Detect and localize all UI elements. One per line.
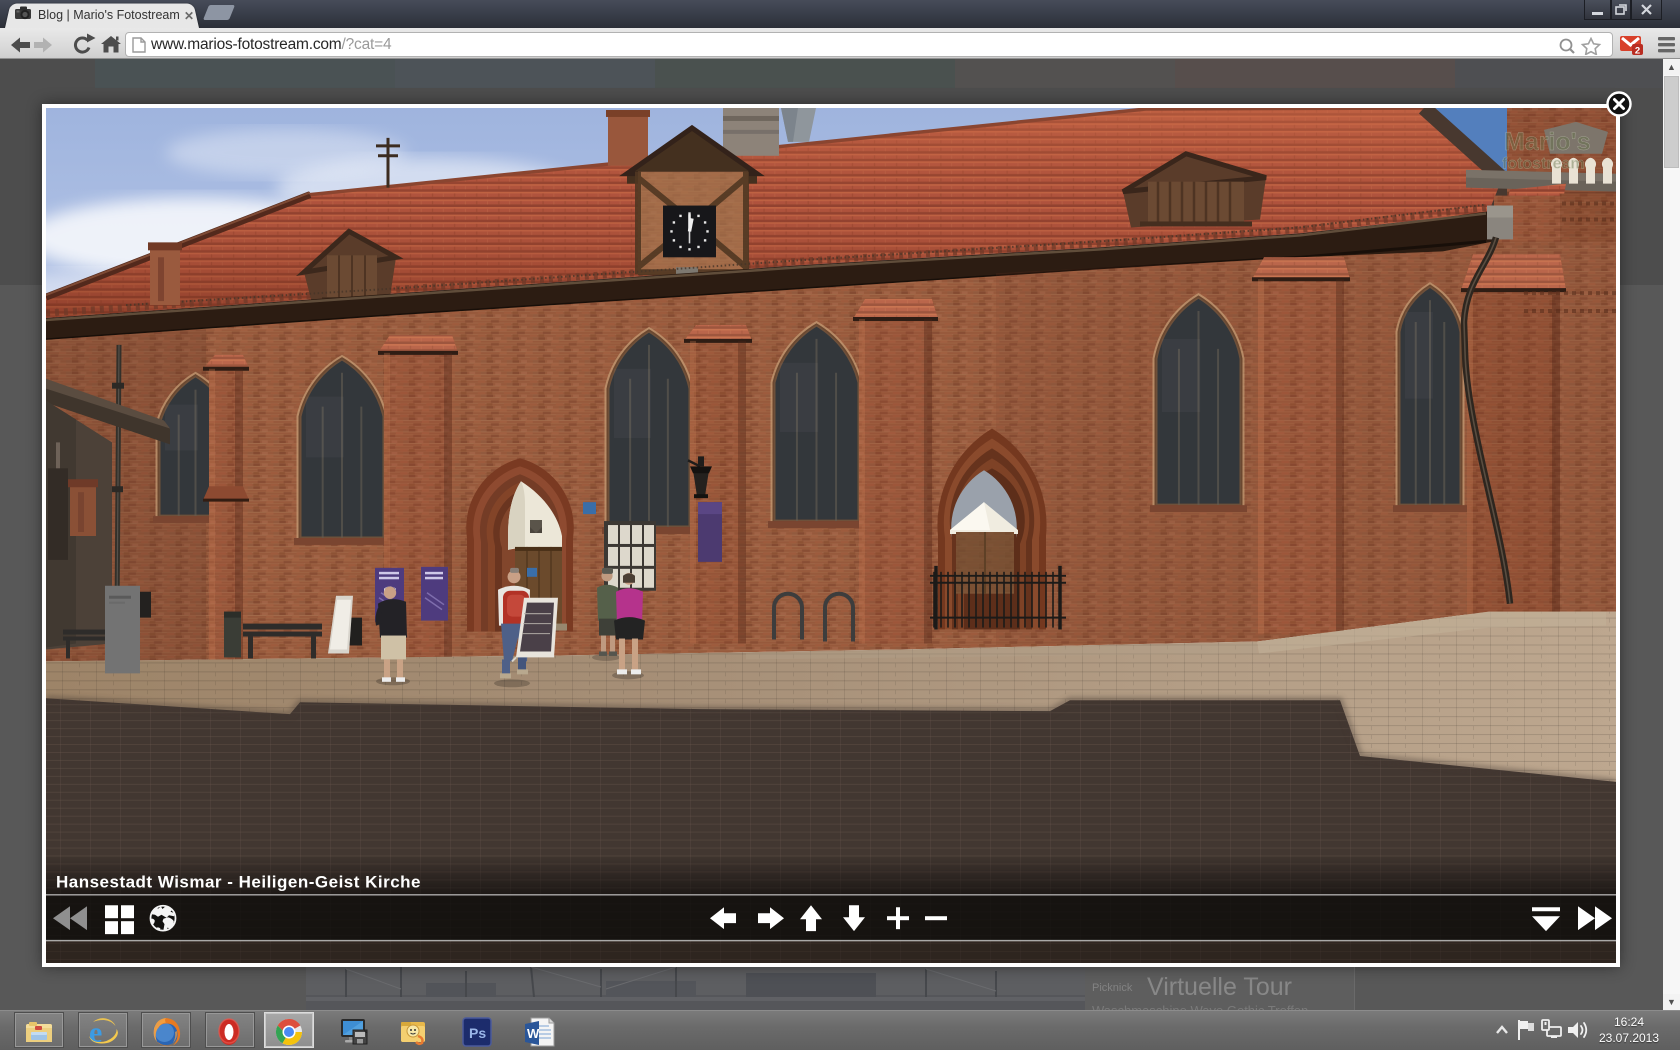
svg-text:W: W <box>527 1026 540 1041</box>
svg-text:Mario's: Mario's <box>1504 128 1591 156</box>
svg-text:Ps: Ps <box>469 1025 486 1041</box>
svg-text:fotostream: fotostream <box>1502 156 1585 173</box>
svg-text:Hansestadt Wismar - Heiligen-G: Hansestadt Wismar - Heiligen-Geist Kirch… <box>56 872 421 891</box>
svg-text:2: 2 <box>1635 46 1640 57</box>
